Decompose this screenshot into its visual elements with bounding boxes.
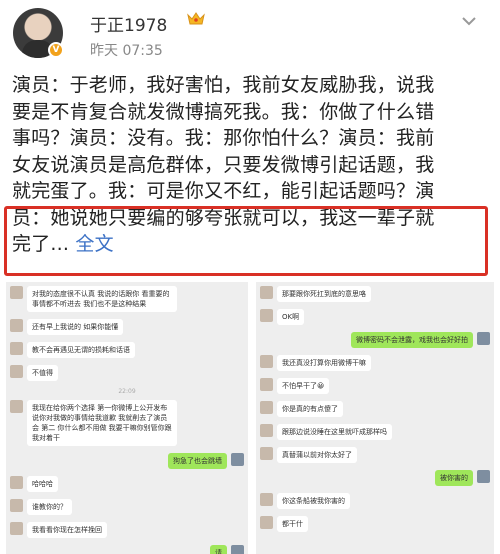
chat-bubble: 还有早上我说的 如果你能懂	[27, 319, 124, 335]
chat-bubble: 不值得	[27, 365, 58, 381]
chat-message-received: 我看看你现在怎样挽回	[10, 522, 107, 538]
chat-bubble: 真替蒲以前对你太好了	[277, 447, 357, 463]
chat-avatar	[231, 453, 244, 466]
chat-message-received: 你这条船被我你害的	[260, 493, 350, 509]
chat-message-received: 那要跟你死扛到底的意思咯	[260, 286, 371, 302]
chat-message-sent: 被你害的	[435, 470, 490, 486]
chat-message-received: 你是真的有点傻了	[260, 401, 343, 417]
post-line: 演员：于老师，我好害怕，我前女友威胁我，说我	[12, 74, 435, 96]
chat-bubble: 微博密码不会泄露，戏我也会好好拍	[351, 332, 473, 348]
chat-bubble: 跟那边说没睡在这里就吓成那样吗	[277, 424, 392, 440]
chat-bubble: 被你害的	[435, 470, 473, 486]
chat-bubble: 你这条船被我你害的	[277, 493, 350, 509]
chat-message-received: 我现在给你两个选择 第一你微博上公开发布说你对我做的事情给我道歉 我就削去了演员…	[10, 400, 177, 446]
chat-avatar	[260, 309, 273, 322]
chat-avatar	[477, 470, 490, 483]
post-line: 要是不肯复合就发微博搞死我。我：你做了什么错	[12, 100, 435, 123]
username[interactable]: 于正1978	[90, 11, 167, 36]
chat-message-sent: 狗急了也会跳墙	[168, 453, 244, 469]
chat-bubble: 我看看你现在怎样挽回	[27, 522, 107, 538]
chat-bubble: 谁教你的？	[27, 499, 72, 515]
chat-screenshot-image: 对我的态度很不认真 我说的话跟你 看重要的事情都不听进去 我们也不是这种结果还有…	[0, 282, 500, 554]
crown-icon	[187, 12, 205, 25]
chat-message-received: 不怕早干了😀	[260, 378, 330, 394]
chat-screenshot-right: 那要跟你死扛到底的意思咯 OK啊微博密码不会泄露，戏我也会好好拍我还真没打算你用微…	[256, 282, 494, 554]
chat-message-received: 我还真没打算你用微博干嘛	[260, 355, 371, 371]
chat-avatar	[260, 516, 273, 529]
chat-avatar	[231, 545, 244, 554]
post-line: 事吗？演员：没有。我：那你怕什么？演员：我前	[12, 127, 435, 149]
highlight-box	[4, 206, 488, 276]
post-header: V 于正1978 昨天 07:35	[0, 0, 500, 66]
chat-message-received: 对我的态度很不认真 我说的话跟你 看重要的事情都不听进去 我们也不是这种结果	[10, 286, 177, 312]
chat-message-received: 还有早上我说的 如果你能懂	[10, 319, 124, 335]
chat-avatar	[260, 493, 273, 506]
chat-bubble: 教不会再遇见无谓的损耗和话语	[27, 342, 135, 358]
chat-avatar	[10, 499, 23, 512]
chat-bubble: 哈哈哈	[27, 476, 58, 492]
chat-avatar	[260, 401, 273, 414]
verified-badge-icon: V	[48, 42, 64, 58]
chat-avatar	[10, 522, 23, 535]
chat-bubble: 请	[210, 545, 227, 554]
chat-message-received: 都干什	[260, 516, 308, 532]
chat-avatar	[260, 378, 273, 391]
chat-avatar	[10, 476, 23, 489]
chat-avatar	[477, 332, 490, 345]
post-line: 女友说演员是高危群体，只要发微博引起话题，我	[12, 153, 435, 176]
chat-bubble: OK啊	[277, 309, 305, 325]
chat-avatar	[260, 447, 273, 460]
chat-message-sent: 微博密码不会泄露，戏我也会好好拍	[351, 332, 490, 348]
chat-message-received: OK啊	[260, 309, 305, 325]
chat-avatar	[10, 342, 23, 355]
post-line: 就完蛋了。我：可是你又不红，能引起话题吗？演	[12, 180, 435, 202]
post-timestamp: 昨天 07:35	[90, 43, 163, 59]
chat-bubble: 我现在给你两个选择 第一你微博上公开发布说你对我做的事情给我道歉 我就削去了演员…	[27, 400, 177, 446]
chat-bubble: 对我的态度很不认真 我说的话跟你 看重要的事情都不听进去 我们也不是这种结果	[27, 286, 177, 312]
chat-avatar	[10, 286, 23, 299]
chat-avatar	[260, 286, 273, 299]
chat-bubble: 那要跟你死扛到底的意思咯	[277, 286, 371, 302]
chat-message-received: 跟那边说没睡在这里就吓成那样吗	[260, 424, 392, 440]
chat-bubble: 不怕早干了😀	[277, 378, 330, 394]
chat-bubble: 狗急了也会跳墙	[168, 453, 227, 469]
chat-avatar	[10, 365, 23, 378]
chat-avatar	[10, 400, 23, 413]
chat-bubble: 都干什	[277, 516, 308, 532]
chat-bubble: 我还真没打算你用微博干嘛	[277, 355, 371, 371]
chat-screenshot-left: 对我的态度很不认真 我说的话跟你 看重要的事情都不听进去 我们也不是这种结果还有…	[6, 282, 248, 554]
chat-message-received: 不值得	[10, 365, 58, 381]
chevron-down-icon[interactable]	[460, 12, 478, 30]
chat-avatar	[260, 424, 273, 437]
chat-bubble: 你是真的有点傻了	[277, 401, 343, 417]
chat-message-received: 教不会再遇见无谓的损耗和话语	[10, 342, 135, 358]
chat-avatar	[10, 319, 23, 332]
chat-message-received: 哈哈哈	[10, 476, 58, 492]
chat-message-sent: 请	[210, 545, 244, 554]
chat-avatar	[260, 355, 273, 368]
chat-message-received: 真替蒲以前对你太好了	[260, 447, 357, 463]
chat-time-separator: 22:09	[118, 388, 136, 395]
chat-message-received: 谁教你的？	[10, 499, 72, 515]
